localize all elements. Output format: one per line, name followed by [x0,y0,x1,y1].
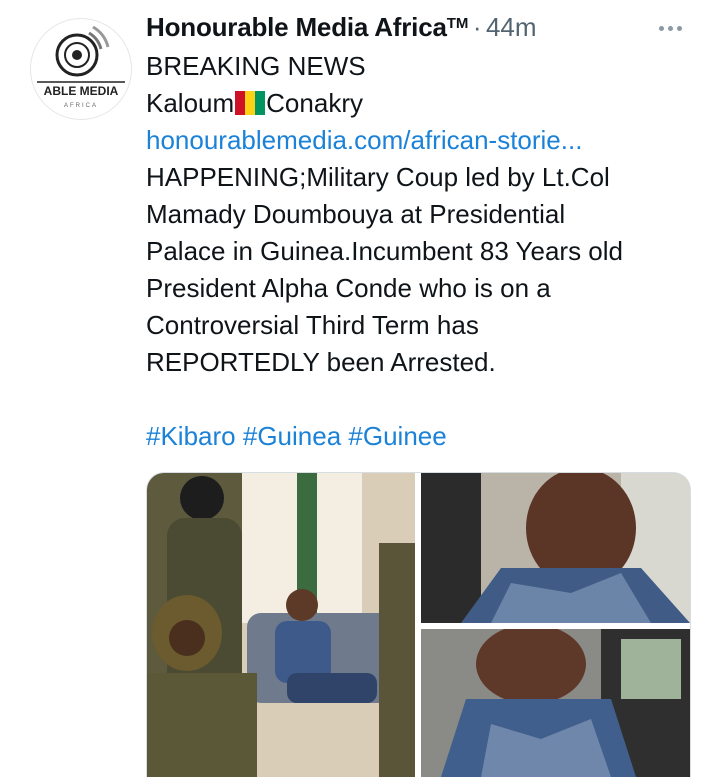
breaking-news-line: BREAKING NEWS [146,51,366,81]
media-grid [146,472,691,777]
tweet-text: BREAKING NEWS Kaloum Conakry honourableme… [146,48,706,455]
ellipsis-icon [658,25,664,31]
media-logo-icon [37,25,125,83]
ellipsis-icon [667,25,673,31]
photo-president-closeup[interactable] [421,473,690,623]
author-name[interactable]: Honourable Media Africa [146,12,447,42]
body-line: REPORTEDLY been Arrested. [146,347,496,377]
avatar-logo-text: ABLE MEDIA [44,84,119,98]
body-line: Palace in Guinea.Incumbent 83 Years old [146,236,624,266]
hashtags-line: #Kibaro #Guinea #Guinee [146,418,706,455]
trademark-symbol: TM [446,15,469,32]
article-link[interactable]: honourablemedia.com/african-storie... [146,122,706,159]
body-line: President Alpha Conde who is on a [146,273,551,303]
body-line: Mamady Doumbouya at Presidential [146,199,566,229]
more-options-button[interactable] [650,16,690,40]
tweet-header: Honourable Media AfricaTM · 44m [146,12,646,48]
separator-dot: · [472,12,482,42]
location-left: Kaloum [146,88,235,118]
body-line: HAPPENING;Military Coup led by Lt.Col [146,162,610,192]
ellipsis-icon [676,25,682,31]
hashtag-link[interactable]: #Kibaro [146,421,236,451]
photo-president-car[interactable] [421,629,690,777]
tweet-timestamp[interactable]: 44m [486,12,537,42]
hashtag-link[interactable]: #Guinea [243,421,341,451]
location-line: Kaloum Conakry [146,85,706,122]
location-right: Conakry [266,88,363,118]
body-line: Controversial Third Term has [146,310,479,340]
author-avatar[interactable]: ABLE MEDIA AFRICA [30,18,132,120]
guinea-flag-icon [235,91,266,115]
hashtag-link[interactable]: #Guinee [348,421,446,451]
avatar-logo-subtext: AFRICA [64,103,98,109]
photo-soldiers-room[interactable] [147,473,415,777]
